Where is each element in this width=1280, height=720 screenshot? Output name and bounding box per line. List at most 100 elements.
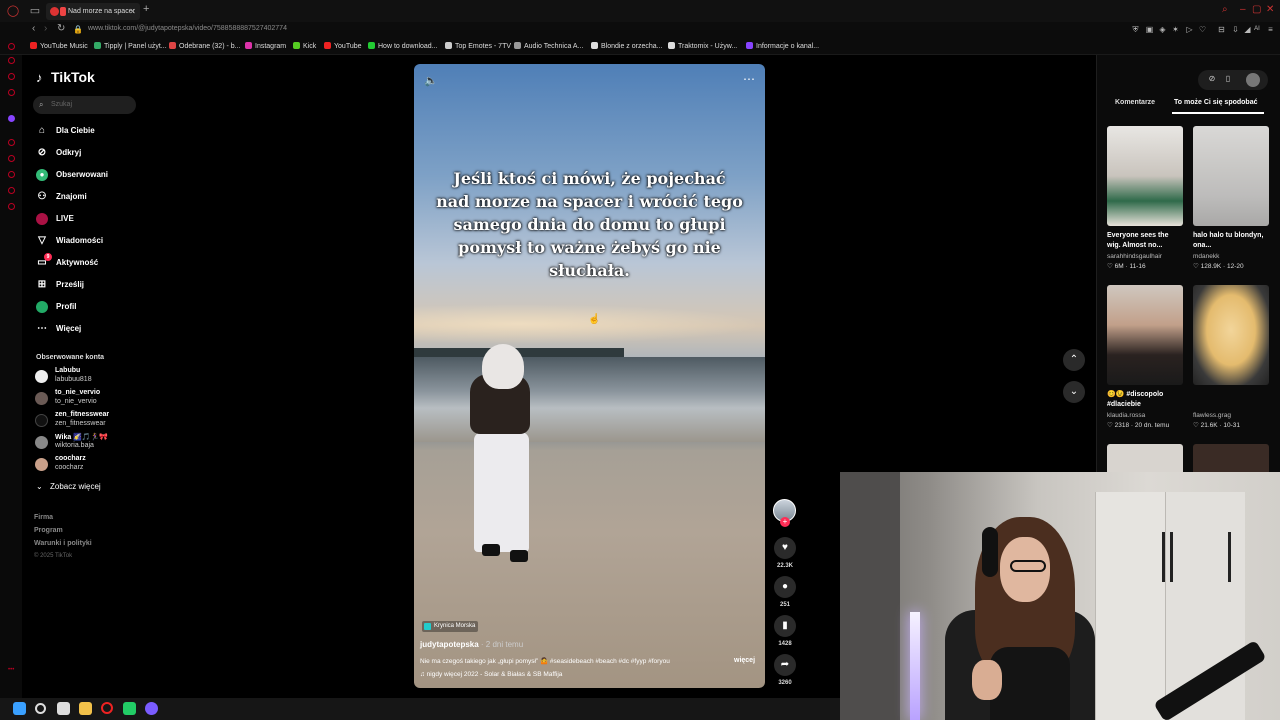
opera-gx-icon[interactable] <box>101 702 113 714</box>
sidebar-instagram-icon[interactable] <box>8 73 15 80</box>
nav-explore[interactable]: ⊘ Odkryj <box>36 146 136 160</box>
sidebar-twitch-icon[interactable] <box>8 115 15 122</box>
like-button[interactable]: ♥ 22.3K <box>772 537 798 569</box>
sidebar-bookmarks-icon[interactable] <box>8 171 15 178</box>
location-tag[interactable]: Krynica Morska <box>422 621 479 632</box>
related-video-card[interactable] <box>1193 444 1269 472</box>
reload-icon[interactable]: ↻ <box>57 23 65 34</box>
menu-icon[interactable]: ≡ <box>1266 25 1275 34</box>
extensions-icon[interactable]: ◢ <box>1243 25 1252 34</box>
sidebar-settings-icon[interactable] <box>8 203 15 210</box>
bookmark-youtube[interactable]: YouTube <box>324 42 362 50</box>
sidebar-home-icon[interactable] <box>8 43 15 50</box>
nav-messages[interactable]: ▽ Wiadomości <box>36 234 136 248</box>
minimize-icon[interactable]: – <box>1240 4 1246 15</box>
save-button[interactable]: ▮ 1428 <box>772 615 798 647</box>
bookmark-7tv[interactable]: Top Emotes - 7TV <box>445 42 511 50</box>
volume-icon[interactable]: 🔈 <box>424 74 438 87</box>
opera-icon[interactable]: ◯ <box>6 4 20 18</box>
search-input[interactable]: ⌕ Szukaj <box>33 96 136 114</box>
vpn-icon[interactable]: ◈ <box>1158 25 1167 34</box>
file-explorer-icon[interactable] <box>79 702 92 715</box>
video-music[interactable]: ♫ nigdy więcej 2022 - Solar & Białas & S… <box>420 671 562 678</box>
tab-comments[interactable]: Komentarze <box>1115 99 1155 106</box>
nav-live[interactable]: LIVE <box>36 212 136 226</box>
nav-for-you[interactable]: ⌂ Dla Ciebie <box>36 124 136 138</box>
windows-start-icon[interactable] <box>13 702 26 715</box>
forward-icon[interactable]: › <box>44 23 47 34</box>
next-video-button[interactable]: ⌄ <box>1063 381 1085 403</box>
video-more-icon[interactable]: ⋯ <box>743 72 755 86</box>
sidebar-history-icon[interactable] <box>8 139 15 146</box>
ai-button[interactable]: AI <box>1252 25 1262 34</box>
video-author[interactable]: judytapotepska · 2 dni temu <box>420 640 523 649</box>
camera-icon[interactable]: ▣ <box>1145 25 1154 34</box>
related-video-card[interactable]: halo halo tu blondyn, ona... mdanekk ♡ 1… <box>1193 126 1269 270</box>
nav-profile[interactable]: Profil <box>36 300 136 314</box>
related-video-card[interactable]: flawless.grag ♡ 21.6K · 10-31 <box>1193 285 1269 429</box>
maximize-icon[interactable]: ▢ <box>1252 4 1261 15</box>
translate-icon[interactable]: ✶ <box>1171 25 1180 34</box>
widgets-icon[interactable] <box>57 702 70 715</box>
description-more-button[interactable]: więcej <box>734 657 755 664</box>
browser-tab[interactable]: Nad morze na spacer ✕ <box>46 3 140 20</box>
play-icon[interactable]: ▷ <box>1185 25 1194 34</box>
footer-company[interactable]: Firma <box>34 514 53 521</box>
user-avatar[interactable] <box>1246 73 1260 87</box>
bookmark-tipply[interactable]: Tipply | Panel użyt... <box>94 42 167 50</box>
search-tabs-icon[interactable]: ⌕ <box>1222 4 1228 15</box>
tab-menu-icon[interactable]: ▭ <box>28 4 42 18</box>
bookmark-traktomix[interactable]: Traktomix - Używ... <box>668 42 737 50</box>
tab-related[interactable]: To może Ci się spodobać <box>1174 99 1258 106</box>
bookmark-gmail[interactable]: Odebrane (32) - b... <box>169 42 240 50</box>
share-button[interactable]: ➦ 3260 <box>772 654 798 686</box>
related-video-card[interactable]: Everyone sees the wig. Almost no... sara… <box>1107 126 1183 270</box>
followed-account[interactable]: Labubu labubuu818 <box>35 367 145 387</box>
sidebar-whatsapp-icon[interactable] <box>8 89 15 96</box>
new-tab-icon[interactable]: + <box>143 3 149 15</box>
wallet-icon[interactable]: ⊟ <box>1217 25 1226 34</box>
tiktok-logo[interactable]: ♪ TikTok <box>36 69 95 85</box>
nav-following[interactable]: ● Obserwowani <box>36 168 136 182</box>
footer-terms[interactable]: Warunki i polityki <box>34 540 92 547</box>
followed-account[interactable]: to_nie_vervio to_nie_vervio <box>35 389 145 409</box>
link-icon[interactable]: ⊘ <box>1207 74 1217 86</box>
video-player[interactable]: 🔈 ⋯ Jeśli ktoś ci mówi, że pojechać nad … <box>414 64 765 688</box>
see-more-button[interactable]: ⌄ Zobacz więcej <box>36 482 101 491</box>
footer-program[interactable]: Program <box>34 527 63 534</box>
nav-more[interactable]: ⋯ Więcej <box>36 322 136 336</box>
download-icon[interactable]: ⇩ <box>1231 25 1240 34</box>
url-field[interactable]: www.tiktok.com/@judytapotepska/video/758… <box>88 25 287 32</box>
mobile-icon[interactable]: ▯ <box>1223 74 1233 86</box>
search-icon[interactable] <box>35 703 46 714</box>
sidebar-downloads-icon[interactable] <box>8 155 15 162</box>
followed-account[interactable]: zen_fitnesswear zen_fitnesswear <box>35 411 145 431</box>
lock-icon[interactable]: 🔒 <box>73 25 83 34</box>
bookmark-blondie[interactable]: Blondie z orzecha... <box>591 42 662 50</box>
bookmark-youtube-music[interactable]: YouTube Music <box>30 42 88 50</box>
bookmark-twitch[interactable]: Informacje o kanal... <box>746 42 819 50</box>
tab-close-icon[interactable]: ✕ <box>129 3 136 20</box>
close-window-icon[interactable]: ✕ <box>1266 4 1274 15</box>
followed-account[interactable]: coocharz coocharz <box>35 455 145 475</box>
bookmark-instagram[interactable]: Instagram <box>245 42 286 50</box>
heart-icon[interactable]: ♡ <box>1198 25 1207 34</box>
app-icon[interactable] <box>123 702 136 715</box>
shield-icon[interactable]: ⛨ <box>1131 25 1140 34</box>
back-icon[interactable]: ‹ <box>32 23 35 34</box>
bookmark-audio-technica[interactable]: Audio Technica A... <box>514 42 583 50</box>
sidebar-clock-icon[interactable] <box>8 187 15 194</box>
previous-video-button[interactable]: ⌃ <box>1063 349 1085 371</box>
nav-upload[interactable]: ⊞ Prześlij <box>36 278 136 292</box>
bookmark-how-to-download[interactable]: How to download... <box>368 42 438 50</box>
followed-account[interactable]: Wika 🌠🎵🏃‍♀️🎀 wiktoria.baja <box>35 433 145 453</box>
nav-friends[interactable]: ⚇ Znajomi <box>36 190 136 204</box>
bookmark-kick[interactable]: Kick <box>293 42 316 50</box>
sidebar-more-icon[interactable]: ••• <box>8 667 15 674</box>
follow-plus-icon[interactable]: + <box>780 517 790 527</box>
related-video-card[interactable]: 😊😉 #discopolo #dlaciebie klaudia.rossa ♡… <box>1107 285 1183 429</box>
nav-activity[interactable]: ▭ 9 Aktywność <box>36 253 136 270</box>
sidebar-messenger-icon[interactable] <box>8 57 15 64</box>
related-video-card[interactable] <box>1107 444 1183 472</box>
comment-button[interactable]: ● 251 <box>772 576 798 608</box>
